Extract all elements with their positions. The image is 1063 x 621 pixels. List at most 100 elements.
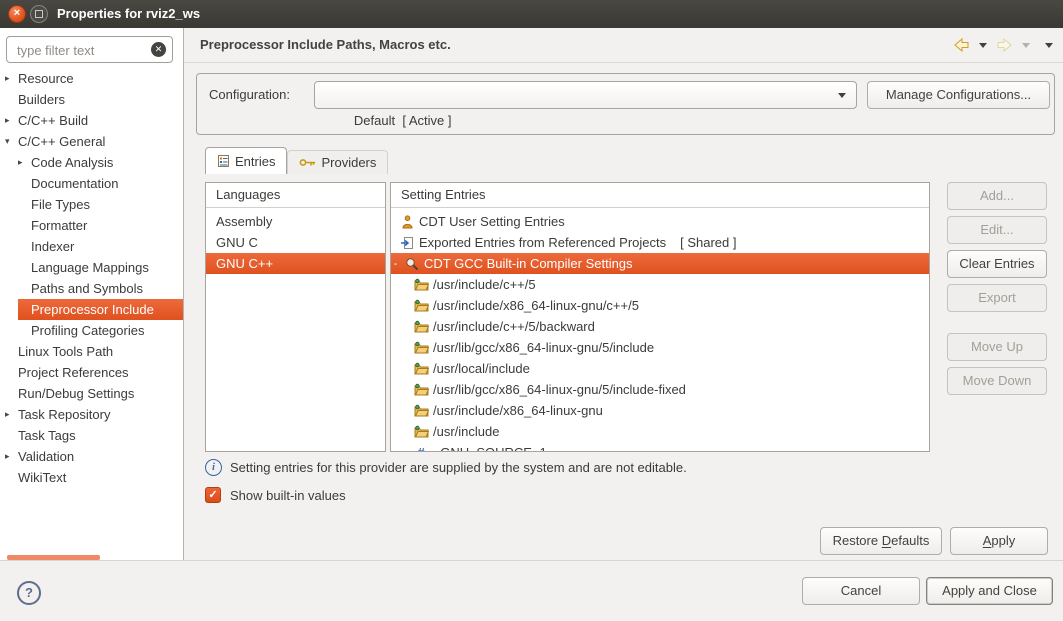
apply-button[interactable]: Apply bbox=[950, 527, 1048, 555]
sidebar-item-c-c-general[interactable]: ▾C/C++ General bbox=[0, 131, 183, 152]
chevron-down-icon[interactable]: ▾ bbox=[5, 131, 18, 152]
clear-entries-button[interactable]: Clear Entries bbox=[947, 250, 1047, 278]
include-folder-icon bbox=[413, 299, 429, 312]
setting-entry-usr-lib-gcc-x86-64-linux-gnu-5-include-fixed[interactable]: /usr/lib/gcc/x86_64-linux-gnu/5/include-… bbox=[391, 379, 929, 400]
info-message-row: i Setting entries for this provider are … bbox=[205, 459, 687, 476]
forward-menu-icon[interactable] bbox=[1022, 43, 1030, 48]
titlebar[interactable]: × Properties for rviz2_ws bbox=[0, 0, 1063, 28]
sidebar-item-indexer[interactable]: Indexer bbox=[0, 236, 183, 257]
sidebar-item-formatter[interactable]: Formatter bbox=[0, 215, 183, 236]
chevron-right-icon[interactable]: ▸ bbox=[5, 110, 18, 131]
back-menu-icon[interactable] bbox=[979, 43, 987, 48]
view-menu-icon[interactable] bbox=[1045, 43, 1053, 48]
sidebar-item-label: Project References bbox=[18, 362, 129, 383]
sidebar-item-builders[interactable]: Builders bbox=[0, 89, 183, 110]
setting-entry-exported-entries-from-referenced-projects[interactable]: Exported Entries from Referenced Project… bbox=[391, 232, 929, 253]
filter-input[interactable] bbox=[15, 38, 151, 63]
cancel-button[interactable]: Cancel bbox=[802, 577, 920, 605]
sidebar-item-label: Language Mappings bbox=[31, 257, 149, 278]
export-button[interactable]: Export bbox=[947, 284, 1047, 312]
move-down-button[interactable]: Move Down bbox=[947, 367, 1047, 395]
collapse-expander-icon[interactable]: - bbox=[391, 258, 400, 270]
sidebar-item-linux-tools-path[interactable]: Linux Tools Path bbox=[0, 341, 183, 362]
sidebar-item-documentation[interactable]: Documentation bbox=[0, 173, 183, 194]
edit-button[interactable]: Edit... bbox=[947, 216, 1047, 244]
setting-entry-label: CDT GCC Built-in Compiler Settings bbox=[424, 256, 633, 271]
tab-providers[interactable]: Providers bbox=[287, 150, 388, 174]
apply-and-close-button[interactable]: Apply and Close bbox=[926, 577, 1053, 605]
sidebar-item-paths-and-symbols[interactable]: Paths and Symbols bbox=[0, 278, 183, 299]
sidebar-item-resource[interactable]: ▸Resource bbox=[0, 68, 183, 89]
sidebar-item-label: Indexer bbox=[31, 236, 74, 257]
setting-entry-usr-include-x86-64-linux-gnu[interactable]: /usr/include/x86_64-linux-gnu bbox=[391, 400, 929, 421]
tree-indent bbox=[5, 383, 18, 404]
sidebar-item-label: Formatter bbox=[31, 215, 87, 236]
manage-configurations-button[interactable]: Manage Configurations... bbox=[867, 81, 1050, 109]
show-builtin-checkbox[interactable]: ✓ bbox=[205, 487, 221, 503]
add-button[interactable]: Add... bbox=[947, 182, 1047, 210]
properties-dialog: × Properties for rviz2_ws ✕ ▸ResourceBui… bbox=[0, 0, 1063, 621]
setting-entry-cdt-gcc-built-in-compiler-settings[interactable]: - CDT GCC Built-in Compiler Settings bbox=[391, 253, 929, 274]
tree-indent bbox=[18, 278, 31, 299]
sidebar-item-label: Run/Debug Settings bbox=[18, 383, 134, 404]
sidebar-item-label: WikiText bbox=[18, 467, 66, 488]
setting-entry-usr-lib-gcc-x86-64-linux-gnu-5-include[interactable]: /usr/lib/gcc/x86_64-linux-gnu/5/include bbox=[391, 337, 929, 358]
close-icon: × bbox=[14, 7, 20, 19]
close-button[interactable]: × bbox=[8, 5, 26, 23]
move-up-button[interactable]: Move Up bbox=[947, 333, 1047, 361]
setting-entry-label: /usr/local/include bbox=[433, 361, 530, 376]
setting-entry-gnu-source-1[interactable]: #_GNU_SOURCE=1 bbox=[391, 442, 929, 452]
maximize-icon bbox=[35, 10, 43, 18]
sidebar-item-language-mappings[interactable]: Language Mappings bbox=[0, 257, 183, 278]
sidebar-item-profiling-categories[interactable]: Profiling Categories bbox=[0, 320, 183, 341]
show-builtin-row: ✓ Show built-in values bbox=[205, 487, 346, 503]
sidebar-item-project-references[interactable]: Project References bbox=[0, 362, 183, 383]
history-nav bbox=[953, 28, 1053, 62]
restore-defaults-button[interactable]: Restore Defaults bbox=[820, 527, 942, 555]
clear-filter-icon[interactable]: ✕ bbox=[151, 42, 166, 57]
setting-entry-cdt-user-setting-entries[interactable]: CDT User Setting Entries bbox=[391, 211, 929, 232]
chevron-right-icon[interactable]: ▸ bbox=[5, 68, 18, 89]
setting-entry-usr-include-c-5-backward[interactable]: /usr/include/c++/5/backward bbox=[391, 316, 929, 337]
sidebar-item-preprocessor-include[interactable]: Preprocessor Include bbox=[18, 299, 183, 320]
sidebar-item-label: Linux Tools Path bbox=[18, 341, 113, 362]
language-item-assembly[interactable]: Assembly bbox=[206, 211, 385, 232]
chevron-right-icon[interactable]: ▸ bbox=[5, 446, 18, 467]
sidebar-item-label: C/C++ General bbox=[18, 131, 105, 152]
setting-entry-usr-include[interactable]: /usr/include bbox=[391, 421, 929, 442]
setting-entry-label: /usr/include bbox=[433, 424, 499, 439]
sidebar-item-wikitext[interactable]: WikiText bbox=[0, 467, 183, 488]
language-item-gnu-c[interactable]: GNU C bbox=[206, 232, 385, 253]
configuration-select[interactable]: Default [ Active ] bbox=[314, 81, 857, 109]
sidebar-item-code-analysis[interactable]: ▸Code Analysis bbox=[0, 152, 183, 173]
main-content: Preprocessor Include Paths, Macros etc. … bbox=[184, 28, 1063, 560]
chevron-right-icon[interactable]: ▸ bbox=[18, 152, 31, 173]
sidebar-item-label: Code Analysis bbox=[31, 152, 113, 173]
sidebar-item-label: Paths and Symbols bbox=[31, 278, 143, 299]
chevron-right-icon[interactable]: ▸ bbox=[5, 404, 18, 425]
language-item-gnu-c[interactable]: GNU C++ bbox=[206, 253, 385, 274]
setting-entry-usr-include-x86-64-linux-gnu-c-5[interactable]: /usr/include/x86_64-linux-gnu/c++/5 bbox=[391, 295, 929, 316]
setting-entry-usr-local-include[interactable]: /usr/local/include bbox=[391, 358, 929, 379]
setting-entries-list: CDT User Setting Entries Exported Entries… bbox=[391, 208, 929, 452]
back-icon[interactable] bbox=[953, 37, 970, 53]
help-button[interactable]: ? bbox=[17, 581, 41, 605]
setting-entry-label: _GNU_SOURCE=1 bbox=[433, 445, 547, 452]
info-message: Setting entries for this provider are su… bbox=[230, 460, 687, 475]
sidebar: ✕ ▸ResourceBuilders▸C/C++ Build▾C/C++ Ge… bbox=[0, 28, 184, 560]
sidebar-item-task-tags[interactable]: Task Tags bbox=[0, 425, 183, 446]
setting-entry-label: /usr/include/x86_64-linux-gnu bbox=[433, 403, 603, 418]
sidebar-item-task-repository[interactable]: ▸Task Repository bbox=[0, 404, 183, 425]
setting-entries-panel: Setting Entries CDT User Setting Entries… bbox=[390, 182, 930, 452]
setting-entry-usr-include-c-5[interactable]: /usr/include/c++/5 bbox=[391, 274, 929, 295]
sidebar-item-c-c-build[interactable]: ▸C/C++ Build bbox=[0, 110, 183, 131]
sidebar-item-file-types[interactable]: File Types bbox=[0, 194, 183, 215]
setting-entry-label: CDT User Setting Entries bbox=[419, 214, 565, 229]
settings-tree: ▸ResourceBuilders▸C/C++ Build▾C/C++ Gene… bbox=[0, 68, 183, 488]
sidebar-item-label: Documentation bbox=[31, 173, 118, 194]
sidebar-item-validation[interactable]: ▸Validation bbox=[0, 446, 183, 467]
maximize-button[interactable] bbox=[30, 5, 48, 23]
sidebar-item-run-debug-settings[interactable]: Run/Debug Settings bbox=[0, 383, 183, 404]
tab-entries[interactable]: Entries bbox=[205, 147, 287, 174]
forward-icon[interactable] bbox=[996, 37, 1013, 53]
